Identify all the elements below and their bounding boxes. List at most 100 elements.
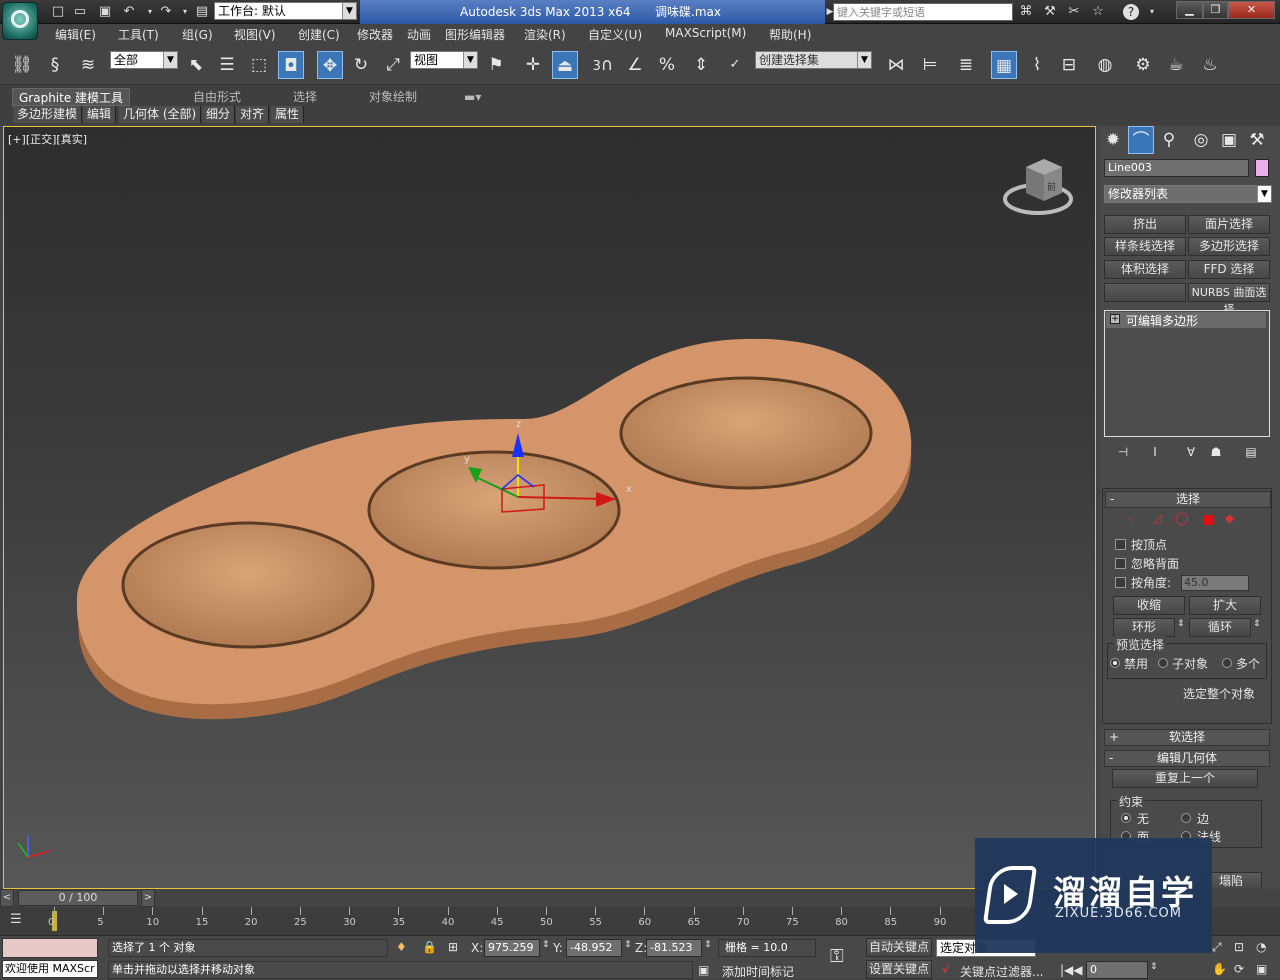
motion-panel-icon[interactable]: ◎ [1188,126,1214,154]
isolate-selection-icon[interactable]: ♦ [396,940,407,954]
redo-icon[interactable]: ↷ [157,3,175,21]
edge-mode-icon[interactable]: ◿ [1153,511,1162,525]
layer-manager-icon[interactable]: ≣ [953,51,979,79]
by-vertex-checkbox[interactable] [1115,539,1126,550]
key-mode-toggle-icon[interactable]: |◀◀ [1060,963,1083,977]
preview-disabled-radio[interactable] [1110,658,1120,668]
snaps-toggle-icon[interactable]: 3∩ [590,51,616,79]
rendered-frame-icon[interactable]: ☕ [1163,51,1189,79]
material-editor-icon[interactable]: ◍ [1092,51,1118,79]
open-file-icon[interactable]: ▭ [71,3,89,21]
add-time-tag-label[interactable]: 添加时间标记 [722,963,794,980]
undo-icon[interactable]: ↶ [120,3,138,21]
subtab-properties[interactable]: 属性 [271,106,305,123]
create-panel-icon[interactable]: ✹ [1100,126,1126,154]
object-color-swatch[interactable] [1255,159,1269,177]
maxscript-listener-pink[interactable] [2,938,98,958]
preview-subobject-radio[interactable] [1158,658,1168,668]
restore-icon[interactable]: ❐ [1203,1,1228,19]
graphite-toggle-icon[interactable]: ▦ [991,51,1017,79]
select-object-icon[interactable]: ⬉ [183,51,209,79]
spinner-snap-icon[interactable]: ⇕ [688,51,714,79]
prev-frame-icon[interactable]: < [0,889,14,907]
nurbs-select-modifier-button[interactable]: NURBS 曲面选择 [1188,283,1270,316]
close-icon[interactable]: ✕ [1228,1,1275,19]
z-coordinate-field[interactable]: -81.523 [646,939,702,957]
pan-icon[interactable]: ✋ [1212,962,1227,976]
menu-tools[interactable]: 工具(T) [118,26,159,43]
align-icon[interactable]: ⊨ [917,51,943,79]
object-name-field[interactable]: Line003 [1104,159,1249,177]
select-and-scale-icon[interactable]: ⤢ [380,51,406,79]
save-file-icon[interactable]: ▣ [96,3,114,21]
workspace-dropdown[interactable]: 工作台: 默认 ▼ [214,2,357,20]
render-setup-icon[interactable]: ⚙ [1130,51,1156,79]
patch-select-modifier-button[interactable]: 面片选择 [1188,215,1270,234]
y-coordinate-field[interactable]: -48.952 [566,939,622,957]
edit-named-selection-icon[interactable]: ✓ [722,51,748,79]
set-key-icon[interactable]: ⚿ [830,946,844,967]
binoculars-icon[interactable]: ⌘ [1017,3,1035,21]
menu-customize[interactable]: 自定义(U) [588,26,642,43]
shrink-button[interactable]: 收缩 [1113,596,1185,615]
mini-curve-editor-icon[interactable]: ☰ [10,912,32,930]
menu-create[interactable]: 创建(C) [298,26,340,43]
pin-stack-icon[interactable]: ⊣ [1110,438,1136,466]
field-of-view-icon[interactable]: ◔ [1256,940,1266,954]
edit-geometry-rollout-header[interactable]: - 编辑几何体 [1104,750,1270,767]
unlink-icon[interactable]: § [42,51,68,79]
subscription-icon[interactable]: ⚒ [1041,3,1059,21]
vol-select-modifier-button[interactable]: 体积选择 [1104,260,1186,279]
utilities-panel-icon[interactable]: ⚒ [1244,126,1270,154]
ring-spinner-icon[interactable]: ⇕ [1177,619,1185,629]
show-end-result-icon[interactable]: Ⅰ [1142,438,1168,466]
favorites-star-icon[interactable]: ☆ [1089,3,1107,21]
repeat-last-button[interactable]: 重复上一个 [1112,769,1258,788]
soft-selection-rollout-header[interactable]: + 软选择 [1104,729,1270,746]
y-spinner-icon[interactable]: ⇕ [624,940,632,950]
pivot-center-icon[interactable]: ⚑ [483,51,509,79]
tab-graphite-modeling[interactable]: Graphite 建模工具 [12,88,131,106]
schematic-view-icon[interactable]: ⊟ [1056,51,1082,79]
new-file-icon[interactable]: □ [49,3,67,21]
modifier-list-dropdown[interactable]: 修改器列表 ▼ [1104,185,1272,203]
poly-select-modifier-button[interactable]: 多边形选择 [1188,237,1270,256]
help-dropdown-icon[interactable]: ▾ [1143,3,1161,21]
select-by-name-icon[interactable]: ☰ [214,51,240,79]
selection-filter-dropdown[interactable]: 全部 ▼ [110,51,178,69]
menu-edit[interactable]: 编辑(E) [55,26,96,43]
keyboard-shortcut-override-icon[interactable]: ⏏ [552,51,578,79]
angle-spinner[interactable]: 45.0 [1181,575,1249,591]
grow-button[interactable]: 扩大 [1189,596,1261,615]
communication-icon[interactable]: ✂ [1065,3,1083,21]
extrude-modifier-button[interactable]: 挤出 [1104,215,1186,234]
project-folder-icon[interactable]: ▤ [193,3,211,21]
loop-button[interactable]: 循环 [1189,618,1251,637]
redo-dropdown-icon[interactable]: ▾ [176,3,194,21]
spline-select-modifier-button[interactable]: 样条线选择 [1104,237,1186,256]
angle-snap-icon[interactable]: ∠ [622,51,648,79]
select-and-rotate-icon[interactable]: ↻ [348,51,374,79]
menu-rendering[interactable]: 渲染(R) [524,26,566,43]
menu-graph-editors[interactable]: 图形编辑器 [445,26,505,43]
reference-coordinate-dropdown[interactable]: 视图 ▼ [410,51,478,69]
key-mode-icon[interactable]: √ [942,962,950,976]
key-filters-button[interactable]: 关键点过滤器... [960,963,1043,980]
element-mode-icon[interactable]: ◆ [1225,511,1234,525]
time-slider-thumb[interactable]: 0 / 100 [18,890,138,906]
frame-spinner-icon[interactable]: ⇕ [1150,962,1158,972]
make-unique-icon[interactable]: ∀ [1178,438,1204,466]
auto-key-button[interactable]: 自动关键点 [866,938,932,957]
tab-selection[interactable]: 选择 [293,88,317,106]
select-and-move-icon[interactable]: ✥ [317,51,343,79]
ignore-backface-checkbox[interactable] [1115,558,1126,569]
remove-modifier-icon[interactable]: ☗ [1203,438,1229,466]
menu-animation[interactable]: 动画 [407,26,431,43]
ribbon-options-icon[interactable]: ▬▾ [464,88,481,106]
zoom-extents-icon[interactable]: ⤢ [1212,940,1222,955]
display-panel-icon[interactable]: ▣ [1216,126,1242,154]
next-frame-icon[interactable]: > [141,889,155,907]
preview-multi-radio[interactable] [1222,658,1232,668]
perspective-viewport[interactable]: [+][正交][真实] x y z 前 [3,126,1096,889]
polygon-mode-icon[interactable] [1203,515,1213,525]
